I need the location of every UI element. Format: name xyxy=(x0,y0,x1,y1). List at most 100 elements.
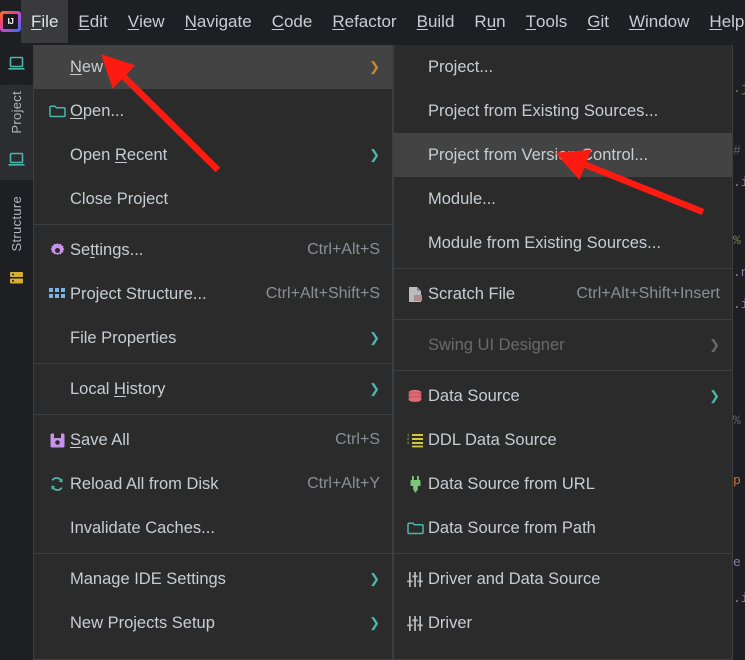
new-submenu-item-scratch-file[interactable]: Scratch File Ctrl+Alt+Shift+Insert xyxy=(394,272,732,316)
file-menu-item-save-file-as-template: Save File as Template xyxy=(34,645,392,660)
file-menu-item-file-properties[interactable]: File Properties❯ xyxy=(34,316,392,360)
tool-window-strip: Project Structure xyxy=(0,43,33,660)
file-menu-item-new[interactable]: New❯ xyxy=(34,45,392,89)
plug-icon xyxy=(402,476,428,493)
menu-item-label: Open... xyxy=(70,102,380,121)
code-fragment: % xyxy=(733,413,741,428)
menu-item-label: Project from Existing Sources... xyxy=(428,102,720,121)
new-submenu-item-project-from-version-control[interactable]: Project from Version Control... xyxy=(394,133,732,177)
reload-icon xyxy=(44,476,70,492)
menu-item-label: Data Source from URL xyxy=(428,475,720,494)
menu-item-label: Project... xyxy=(428,58,720,77)
main-menu-bar: FileEditViewNavigateCodeRefactorBuildRun… xyxy=(0,0,745,43)
menu-separator xyxy=(34,363,392,364)
chevron-right-icon: ❯ xyxy=(369,147,380,163)
menu-item-label: Invalidate Caches... xyxy=(70,519,380,538)
menu-item-label: Save All xyxy=(70,431,321,450)
menubar-item-window[interactable]: Window xyxy=(619,0,699,43)
menu-item-label: Data Source xyxy=(428,387,699,406)
file-menu-item-project-structure[interactable]: Project Structure...Ctrl+Alt+Shift+S xyxy=(34,272,392,316)
menubar-item-tools[interactable]: Tools xyxy=(516,0,578,43)
menu-item-label: New Projects Setup xyxy=(70,614,359,633)
file-menu-item-close-project[interactable]: Close Project xyxy=(34,177,392,221)
sidebar-item-project[interactable]: Project xyxy=(0,85,33,180)
menubar-item-run[interactable]: Run xyxy=(464,0,515,43)
file-menu-item-open-recent[interactable]: Open Recent ❯ xyxy=(34,133,392,177)
new-submenu-item-project-from-existing-sources[interactable]: Project from Existing Sources... xyxy=(394,89,732,133)
file-menu-item-local-history[interactable]: Local History ❯ xyxy=(34,367,392,411)
new-submenu-item-module[interactable]: Module... xyxy=(394,177,732,221)
code-fragment: .i xyxy=(733,297,745,312)
ddl-data-source-icon: 123 xyxy=(402,433,428,448)
menu-separator xyxy=(34,553,392,554)
file-menu-item-invalidate-caches[interactable]: Invalidate Caches... xyxy=(34,506,392,550)
menu-item-label: New xyxy=(70,58,359,77)
intellij-idea-window: FileEditViewNavigateCodeRefactorBuildRun… xyxy=(0,0,745,660)
scratch-file-icon xyxy=(402,286,428,303)
chevron-right-icon: ❯ xyxy=(709,337,720,353)
file-menu-item-open[interactable]: Open... xyxy=(34,89,392,133)
code-fragment: .ja xyxy=(733,81,745,96)
menu-item-shortcut: Ctrl+Alt+Shift+Insert xyxy=(576,285,720,303)
menubar-item-refactor[interactable]: Refactor xyxy=(322,0,406,43)
menu-item-label: Reload All from Disk xyxy=(70,475,293,494)
menubar-item-navigate[interactable]: Navigate xyxy=(175,0,262,43)
new-submenu-item-data-source[interactable]: Data Source❯ xyxy=(394,374,732,418)
menu-item-label: Driver and Data Source xyxy=(428,570,720,589)
menubar-item-view[interactable]: View xyxy=(118,0,175,43)
new-submenu-item-data-source-from-url[interactable]: Data Source from URL xyxy=(394,462,732,506)
project-window-icon xyxy=(0,140,33,180)
new-submenu-popup: Project... Project from Existing Sources.… xyxy=(393,45,733,660)
file-menu-item-settings[interactable]: Settings...Ctrl+Alt+S xyxy=(34,228,392,272)
menu-item-label: Scratch File xyxy=(428,285,562,304)
new-submenu-item-project[interactable]: Project... xyxy=(394,45,732,89)
editor-area: .ja#.i%.n.i%pe.i xyxy=(733,43,745,637)
sidebar-item-project-label: Project xyxy=(9,85,24,140)
menu-item-label: Open Recent xyxy=(70,146,359,165)
menu-item-label: Swing UI Designer xyxy=(428,336,699,355)
menu-item-label: Module from Existing Sources... xyxy=(428,234,720,253)
gear-icon xyxy=(44,242,70,259)
folder-icon xyxy=(44,104,70,118)
menu-item-label: Settings... xyxy=(70,241,293,260)
menu-separator xyxy=(394,370,732,371)
chevron-right-icon: ❯ xyxy=(369,571,380,587)
menubar-item-help[interactable]: Help xyxy=(699,0,745,43)
intellij-idea-logo-icon xyxy=(0,0,21,43)
file-menu-item-reload-all-from-disk[interactable]: Reload All from Disk Ctrl+Alt+Y xyxy=(34,462,392,506)
chevron-right-icon: ❯ xyxy=(369,615,380,631)
new-submenu-item-data-source-from-path[interactable]: Data Source from Path xyxy=(394,506,732,550)
menu-item-shortcut: Ctrl+Alt+Y xyxy=(307,475,380,493)
file-menu-item-manage-ide-settings[interactable]: Manage IDE Settings❯ xyxy=(34,557,392,601)
code-fragment: .i xyxy=(733,175,745,190)
menubar-item-code[interactable]: Code xyxy=(262,0,323,43)
code-fragment: .i xyxy=(733,591,745,606)
folder-icon xyxy=(402,521,428,535)
chevron-right-icon: ❯ xyxy=(369,381,380,397)
driver-icon xyxy=(402,572,428,587)
menu-item-label: Local History xyxy=(70,380,359,399)
menubar-item-edit[interactable]: Edit xyxy=(68,0,117,43)
new-submenu-item-driver[interactable]: Driver xyxy=(394,601,732,645)
menu-item-label: Project Structure... xyxy=(70,285,252,304)
code-fragment: p xyxy=(733,473,741,488)
project-window-icon-top[interactable] xyxy=(0,43,33,83)
new-submenu-item-driver-and-data-source[interactable]: Driver and Data Source xyxy=(394,557,732,601)
code-fragment: # xyxy=(733,143,741,158)
driver-icon xyxy=(402,616,428,631)
menu-separator xyxy=(394,268,732,269)
menubar-item-git[interactable]: Git xyxy=(577,0,619,43)
sidebar-item-structure[interactable]: Structure xyxy=(0,190,33,297)
menu-separator xyxy=(394,553,732,554)
code-fragment: e xyxy=(733,555,741,570)
file-menu-item-new-projects-setup[interactable]: New Projects Setup ❯ xyxy=(34,601,392,645)
menu-item-shortcut: Ctrl+S xyxy=(335,431,380,449)
file-menu-item-save-all[interactable]: Save All Ctrl+S xyxy=(34,418,392,462)
menubar-item-build[interactable]: Build xyxy=(407,0,465,43)
new-submenu-item-module-from-existing-sources[interactable]: Module from Existing Sources... xyxy=(394,221,732,265)
svg-text:3: 3 xyxy=(407,442,409,446)
menu-separator xyxy=(394,319,732,320)
menu-item-label: Data Source from Path xyxy=(428,519,720,538)
menubar-item-file[interactable]: File xyxy=(21,0,68,43)
new-submenu-item-ddl-data-source[interactable]: 123DDL Data Source xyxy=(394,418,732,462)
